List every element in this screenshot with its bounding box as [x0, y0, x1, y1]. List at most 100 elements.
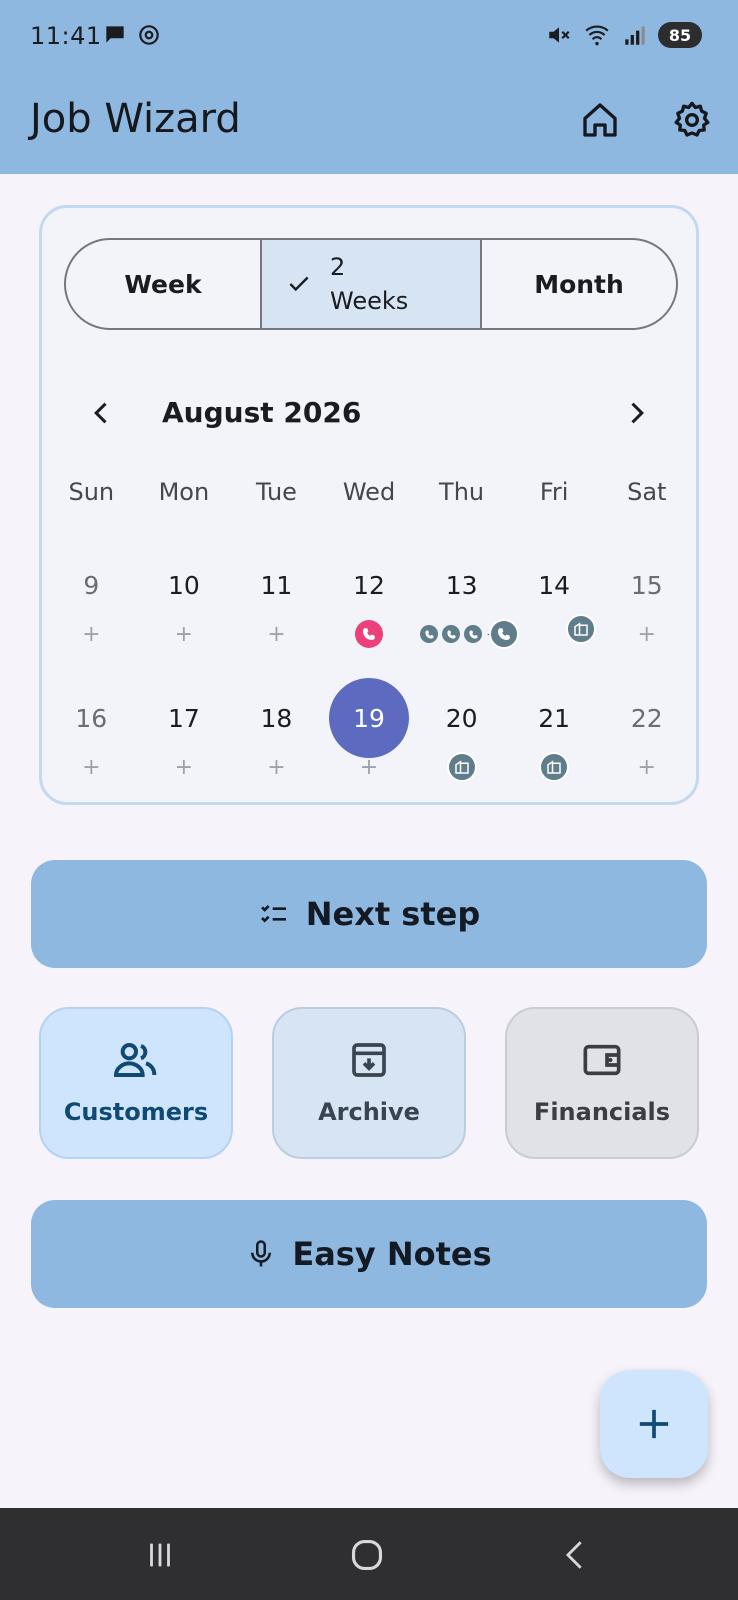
weekday-label: Tue: [255, 478, 297, 506]
home-nav-button[interactable]: [337, 1530, 397, 1580]
status-time: 11:41: [30, 22, 102, 50]
microphone-icon: [251, 1240, 272, 1267]
view-toggle: Week 2 Weeks Month: [64, 238, 678, 330]
people-icon: [113, 1043, 157, 1077]
month-header: August 2026: [42, 388, 696, 438]
phone-call-event-icon[interactable]: [355, 620, 384, 648]
back-button[interactable]: [545, 1530, 605, 1580]
day-events: +: [230, 619, 323, 649]
calendar-day[interactable]: 11 +: [230, 553, 323, 663]
weekday-label: Thu: [439, 478, 485, 506]
previous-month-button[interactable]: [80, 388, 124, 438]
add-event-icon[interactable]: +: [360, 755, 378, 780]
calendar-day[interactable]: 12: [323, 553, 416, 663]
add-event-icon[interactable]: +: [267, 755, 285, 780]
calendar-day[interactable]: 13 +1: [415, 553, 508, 663]
chevron-right-icon: [631, 402, 644, 424]
day-events: +: [600, 619, 693, 649]
day-events: +: [230, 752, 323, 782]
status-left-icons: [102, 22, 162, 48]
battery-indicator: 85: [658, 22, 702, 48]
calendar-day[interactable]: 22 +: [600, 686, 693, 796]
add-fab-button[interactable]: [600, 1370, 708, 1478]
day-events: +: [323, 752, 416, 782]
add-event-icon[interactable]: +: [267, 622, 285, 647]
weekday-label: Wed: [342, 478, 396, 506]
add-event-icon[interactable]: +: [175, 622, 193, 647]
plus-icon: [639, 1409, 669, 1439]
customers-button[interactable]: Customers: [39, 1007, 233, 1159]
easy-notes-button[interactable]: Easy Notes: [31, 1200, 707, 1308]
openai-icon: [139, 25, 159, 45]
archive-icon: [352, 1043, 386, 1077]
phone-call-event-icon[interactable]: [489, 619, 520, 649]
easy-notes-label: Easy Notes: [292, 1235, 492, 1273]
weekday-label: Sun: [68, 478, 115, 506]
next-step-label: Next step: [305, 895, 481, 933]
home-icon: [583, 103, 617, 137]
day-events: +: [45, 619, 138, 649]
month-view-button[interactable]: Month: [480, 240, 676, 328]
archive-button[interactable]: Archive: [272, 1007, 466, 1159]
calendar-day[interactable]: 21: [508, 686, 601, 796]
weekday-header: Sun Mon Tue Wed Thu Fri Sat: [42, 478, 696, 506]
next-step-button[interactable]: Next step: [31, 860, 707, 968]
gear-icon: [674, 101, 710, 137]
day-events: [508, 752, 601, 782]
building-event-icon[interactable]: [446, 752, 477, 782]
weekday-label: Fri: [539, 478, 569, 506]
calendar-day[interactable]: 20: [415, 686, 508, 796]
weekday-label: Sat: [627, 478, 667, 506]
chat-bubble-icon: [106, 26, 124, 43]
day-events: +: [138, 752, 231, 782]
day-events: +: [138, 619, 231, 649]
calendar-card: Week 2 Weeks Month August 2026 Sun Mon T…: [39, 205, 699, 805]
checklist-icon: [260, 905, 286, 923]
calendar-day[interactable]: 17 +: [138, 686, 231, 796]
chevron-left-icon: [94, 402, 107, 424]
customers-label: Customers: [63, 1098, 209, 1126]
day-events: [323, 619, 416, 649]
weekday-label: Mon: [158, 478, 210, 506]
building-event-icon[interactable]: [539, 752, 570, 782]
building-event-icon[interactable]: [566, 614, 596, 644]
home-button[interactable]: [572, 92, 628, 148]
add-event-icon[interactable]: +: [175, 755, 193, 780]
status-right-icons: 85: [546, 22, 702, 48]
financials-button[interactable]: Financials: [505, 1007, 699, 1159]
phone-call-event-icon[interactable]: [464, 625, 483, 643]
settings-button[interactable]: [664, 92, 720, 148]
two-weeks-label: 2 Weeks: [330, 250, 408, 318]
add-event-icon[interactable]: +: [82, 622, 100, 647]
add-event-icon[interactable]: +: [638, 622, 656, 647]
week-view-button[interactable]: Week: [66, 240, 260, 328]
calendar-day[interactable]: 18 +: [230, 686, 323, 796]
day-number: 19: [329, 678, 410, 758]
app-bar: Job Wizard: [0, 72, 738, 174]
app-title: Job Wizard: [30, 96, 241, 142]
back-chevron-icon: [565, 1541, 582, 1569]
recent-apps-button[interactable]: [130, 1530, 190, 1580]
add-event-icon[interactable]: +: [82, 755, 100, 780]
calendar-day[interactable]: 15 +: [600, 553, 693, 663]
day-events: +: [600, 752, 693, 782]
calendar-day-today[interactable]: 19 +: [323, 678, 416, 796]
wallet-icon: [583, 1044, 621, 1076]
two-weeks-label-line1: 2: [330, 253, 346, 281]
two-weeks-view-button[interactable]: 2 Weeks: [260, 240, 480, 328]
check-icon: [289, 276, 309, 292]
calendar-day[interactable]: 10 +: [138, 553, 231, 663]
phone-call-event-icon[interactable]: [442, 625, 461, 643]
phone-call-event-icon[interactable]: [420, 625, 439, 643]
add-event-icon[interactable]: +: [638, 755, 656, 780]
mute-icon: [549, 27, 570, 43]
next-month-button[interactable]: [614, 388, 658, 438]
calendar-day[interactable]: 16 +: [45, 686, 138, 796]
calendar-day[interactable]: 14: [489, 553, 601, 663]
home-circle-icon: [351, 1539, 383, 1571]
wifi-icon: [585, 25, 609, 46]
calendar-day[interactable]: 9 +: [45, 553, 138, 663]
signal-icon: [625, 26, 645, 45]
financials-label: Financials: [533, 1098, 671, 1126]
status-bar: 11:41 85: [0, 0, 738, 72]
